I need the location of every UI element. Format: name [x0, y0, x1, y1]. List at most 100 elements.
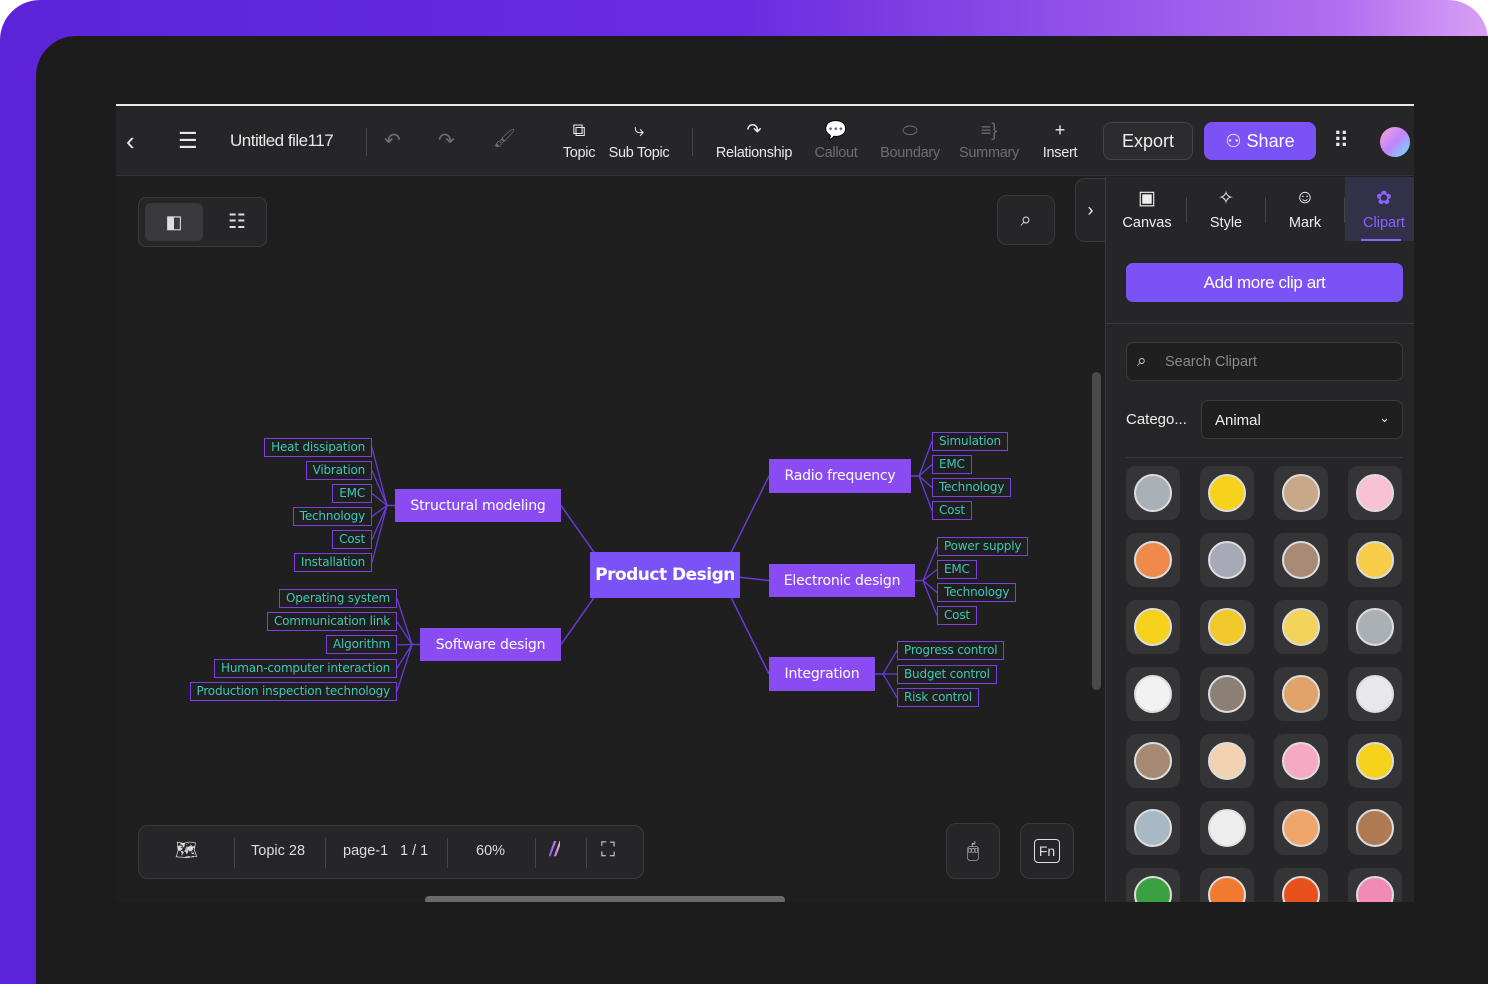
cow-icon	[1282, 474, 1320, 512]
subtopic[interactable]: Heat dissipation	[264, 438, 372, 457]
page-count: 1 / 1	[400, 843, 429, 859]
monkey-icon	[1356, 809, 1394, 847]
clipart-crab[interactable]	[1200, 868, 1254, 902]
clipart-fox[interactable]	[1274, 801, 1328, 855]
clipart-chick[interactable]	[1348, 533, 1402, 587]
tab-style[interactable]: ✧ Style	[1187, 177, 1265, 241]
bear-icon	[1208, 675, 1246, 713]
subtopic[interactable]: Progress control	[897, 641, 1005, 660]
subtopic[interactable]: EMC	[932, 455, 972, 474]
fn-icon: Fn	[1033, 839, 1061, 863]
branch-topic[interactable]: Electronic design	[769, 564, 915, 597]
subtopic[interactable]: Cost	[932, 501, 972, 520]
chick-icon	[1356, 541, 1394, 579]
subtopic[interactable]: Vibration	[305, 461, 372, 480]
share-button[interactable]: ⚇ Share	[1204, 122, 1316, 160]
subtopic[interactable]: Operating system	[279, 589, 397, 608]
user-icon: ⚇	[1225, 131, 1247, 151]
bee-icon	[1208, 474, 1246, 512]
panda-icon	[1134, 675, 1172, 713]
clipart-giraffe[interactable]	[1348, 734, 1402, 788]
mouse-icon	[1208, 541, 1246, 579]
rabbit-icon	[1356, 474, 1394, 512]
giraffe-icon	[1356, 742, 1394, 780]
clipart-lion[interactable]	[1274, 600, 1328, 654]
branch-topic[interactable]: Structural modeling	[395, 489, 561, 522]
branch-topic[interactable]: Software design	[420, 628, 561, 661]
chevron-down-icon: ⌄	[1379, 410, 1390, 425]
tab-clipart[interactable]: ✿ Clipart	[1345, 177, 1414, 241]
connector	[396, 621, 413, 645]
export-button[interactable]: Export	[1103, 122, 1193, 160]
clipart-pig[interactable]	[1274, 734, 1328, 788]
subtopic[interactable]: Technology	[932, 478, 1012, 497]
subtopic[interactable]: Communication link	[266, 612, 397, 632]
category-select[interactable]: Animal ⌄	[1201, 400, 1403, 439]
subtopic[interactable]: Technology	[937, 583, 1017, 602]
tiger-icon	[1134, 541, 1172, 579]
page-name[interactable]: page-1	[343, 843, 388, 859]
clipart-donkey[interactable]	[1274, 533, 1328, 587]
function-key-button[interactable]: Fn	[1020, 823, 1074, 879]
subtopic[interactable]: Installation	[293, 553, 372, 572]
clipart-frog[interactable]	[1126, 868, 1180, 902]
avatar[interactable]	[1380, 127, 1410, 157]
fullscreen-icon[interactable]: ⛶	[601, 839, 615, 862]
clipart-bee[interactable]	[1200, 466, 1254, 520]
clipart-shrimp[interactable]	[1274, 868, 1328, 902]
frog-icon	[1134, 876, 1172, 902]
lion-icon	[1282, 608, 1320, 646]
subtopic[interactable]: Production inspection technology	[189, 681, 397, 701]
clipart-tiger[interactable]	[1126, 533, 1180, 587]
subtopic[interactable]: EMC	[937, 560, 977, 579]
clipart-deer[interactable]	[1200, 600, 1254, 654]
subtopic[interactable]: Power supply	[937, 537, 1029, 556]
subtopic[interactable]: Risk control	[897, 688, 979, 707]
clipart-rabbit[interactable]	[1348, 466, 1402, 520]
koala-icon	[1134, 809, 1172, 847]
subtopic[interactable]: EMC	[332, 484, 372, 503]
right-panel: ▣ Canvas ✧ Style ☺ Mark ✿ Clipart Add more clip…	[1105, 177, 1414, 902]
clipart-hedgehog[interactable]	[1200, 734, 1254, 788]
clipart-dog[interactable]	[1274, 667, 1328, 721]
elephant-icon	[1356, 608, 1394, 646]
tab-canvas[interactable]: ▣ Canvas	[1108, 177, 1186, 241]
branch-topic[interactable]: Integration	[769, 657, 875, 691]
topic-count: Topic 28	[251, 843, 306, 859]
tab-mark[interactable]: ☺ Mark	[1266, 177, 1344, 241]
subtopic[interactable]: Simulation	[932, 432, 1008, 451]
clipart-duck[interactable]	[1126, 600, 1180, 654]
clipart-bear[interactable]	[1200, 667, 1254, 721]
root-topic[interactable]: Product Design	[590, 552, 740, 598]
subtopic[interactable]: Budget control	[897, 664, 997, 684]
clipart-octopus[interactable]	[1348, 868, 1402, 902]
clipart-monkey[interactable]	[1348, 801, 1402, 855]
horizontal-scrollbar[interactable]	[425, 896, 785, 902]
apps-grid-icon[interactable]: ⠿	[1333, 128, 1349, 154]
ai-logo-icon[interactable]: //	[549, 839, 560, 862]
subtopic[interactable]: Human-computer interaction	[214, 658, 397, 678]
subtopic[interactable]: Cost	[937, 606, 977, 625]
zoom-level[interactable]: 60%	[476, 843, 505, 859]
clipart-hippo[interactable]	[1126, 466, 1180, 520]
subtopic[interactable]: Algorithm	[326, 635, 397, 655]
connector	[882, 650, 898, 675]
sheep-icon	[1356, 675, 1394, 713]
map-icon[interactable]: 🗺	[175, 840, 198, 861]
status-bar: 🗺 Topic 28 page-1 1 / 1 60% // ⛶	[138, 825, 644, 879]
clipart-koala[interactable]	[1126, 801, 1180, 855]
branch-topic[interactable]: Radio frequency	[769, 459, 911, 493]
clipart-panda[interactable]	[1126, 667, 1180, 721]
clipart-cow[interactable]	[1274, 466, 1328, 520]
mouse-mode-button[interactable]: 🖱	[946, 823, 1000, 879]
subtopic[interactable]: Technology	[292, 507, 372, 526]
clipart-mouse[interactable]	[1200, 533, 1254, 587]
clipart-owl[interactable]	[1126, 734, 1180, 788]
subtopic[interactable]: Cost	[332, 530, 372, 549]
clipart-elephant[interactable]	[1348, 600, 1402, 654]
search-clipart-input[interactable]: ⌕ Search Clipart	[1126, 342, 1403, 381]
add-clipart-button[interactable]: Add more clip art	[1126, 263, 1403, 302]
clipart-sheep[interactable]	[1348, 667, 1402, 721]
hippo-icon	[1134, 474, 1172, 512]
clipart-cat[interactable]	[1200, 801, 1254, 855]
